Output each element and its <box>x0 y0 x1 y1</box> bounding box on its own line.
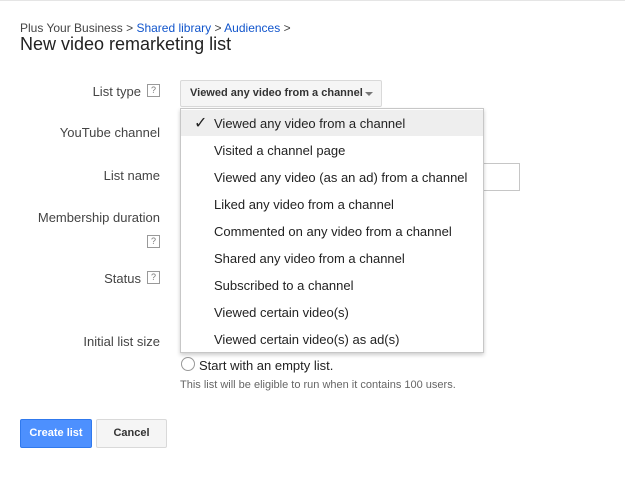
option-label: Viewed any video (as an ad) from a chann… <box>214 170 468 185</box>
option-label: Shared any video from a channel <box>214 251 405 266</box>
option-label: Commented on any video from a channel <box>214 224 452 239</box>
list-name-input[interactable] <box>478 163 520 191</box>
breadcrumb-separator: > <box>126 21 134 35</box>
breadcrumb-separator: > <box>283 21 291 35</box>
status-help-icon[interactable]: ? <box>147 271 160 284</box>
list-type-option-shared-video[interactable]: Shared any video from a channel <box>181 245 483 271</box>
option-label: Subscribed to a channel <box>214 278 354 293</box>
status-label: Status <box>104 271 141 286</box>
empty-list-radio[interactable] <box>181 357 195 371</box>
list-type-label: List type <box>92 84 141 99</box>
breadcrumb-shared-library-link[interactable]: Shared library <box>136 21 211 35</box>
option-label: Viewed any video from a channel <box>214 116 406 131</box>
top-divider <box>0 0 625 1</box>
list-type-option-viewed-video-as-ad[interactable]: Viewed any video (as an ad) from a chann… <box>181 164 483 190</box>
list-type-option-subscribed[interactable]: Subscribed to a channel <box>181 272 483 298</box>
option-label: Liked any video from a channel <box>214 197 394 212</box>
page-title: New video remarketing list <box>20 34 232 54</box>
breadcrumb-separator: > <box>214 21 222 35</box>
list-type-option-visited-channel-page[interactable]: Visited a channel page <box>181 137 483 163</box>
option-label: Viewed certain video(s) as ad(s) <box>214 332 400 347</box>
youtube-channel-label: YouTube channel <box>59 125 160 140</box>
list-type-select[interactable]: Viewed any video from a channel <box>180 80 382 107</box>
list-type-help-icon[interactable]: ? <box>147 84 160 97</box>
list-type-option-viewed-any-video[interactable]: ✓ Viewed any video from a channel <box>181 110 483 136</box>
option-label: Viewed certain video(s) <box>214 305 349 320</box>
list-type-option-liked-video[interactable]: Liked any video from a channel <box>181 191 483 217</box>
list-type-option-commented-video[interactable]: Commented on any video from a channel <box>181 218 483 244</box>
breadcrumb-audiences-link[interactable]: Audiences <box>224 21 280 35</box>
membership-duration-label: Membership duration <box>37 210 160 225</box>
list-name-label: List name <box>103 168 160 183</box>
empty-list-radio-label[interactable]: Start with an empty list. <box>199 358 333 373</box>
breadcrumb: Plus Your Business > Shared library > Au… <box>20 21 291 35</box>
option-label: Visited a channel page <box>214 143 346 158</box>
breadcrumb-root: Plus Your Business <box>20 21 123 35</box>
list-type-option-viewed-certain-videos-as-ads[interactable]: Viewed certain video(s) as ad(s) <box>181 326 483 352</box>
list-type-dropdown-menu: ✓ Viewed any video from a channel Visite… <box>180 108 484 353</box>
list-type-option-viewed-certain-videos[interactable]: Viewed certain video(s) <box>181 299 483 325</box>
initial-list-size-label: Initial list size <box>83 334 160 349</box>
membership-duration-help-icon[interactable]: ? <box>147 235 160 248</box>
checkmark-icon: ✓ <box>194 115 208 132</box>
list-type-select-value: Viewed any video from a channel <box>190 87 363 99</box>
eligibility-note: This list will be eligible to run when i… <box>180 379 456 391</box>
dropdown-arrow-icon <box>365 92 373 96</box>
create-list-button[interactable]: Create list <box>20 419 92 448</box>
cancel-button[interactable]: Cancel <box>96 419 167 448</box>
